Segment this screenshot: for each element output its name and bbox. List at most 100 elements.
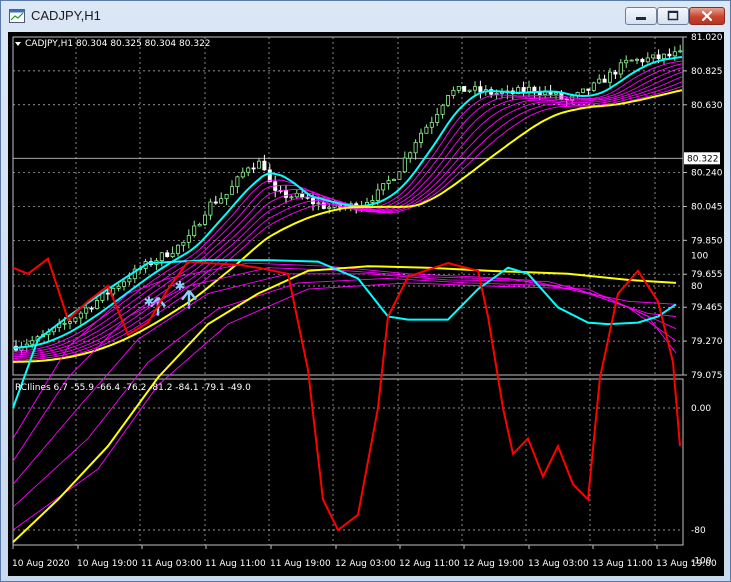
candle-body bbox=[451, 89, 456, 96]
indicator-tick-label: 80 bbox=[691, 282, 703, 292]
candle-body bbox=[219, 198, 224, 204]
candle-body bbox=[197, 224, 202, 227]
candle-body bbox=[467, 89, 472, 92]
candle-body bbox=[667, 53, 672, 57]
price-tick-label: 79.270 bbox=[691, 337, 723, 347]
candle-body bbox=[78, 312, 83, 319]
candle-body bbox=[256, 160, 261, 169]
candle-body bbox=[397, 171, 402, 180]
candle-body bbox=[84, 307, 89, 314]
time-tick-label: 10 Aug 2020 bbox=[12, 559, 70, 569]
candle-body bbox=[602, 78, 607, 83]
minimize-button[interactable] bbox=[625, 7, 657, 25]
rci-ribbon-line bbox=[12, 282, 677, 531]
candle-body bbox=[402, 157, 407, 173]
candle-body bbox=[321, 202, 326, 209]
time-tick-label: 13 Aug 03:00 bbox=[528, 559, 589, 569]
candle-body bbox=[111, 288, 116, 295]
candle-body bbox=[462, 86, 467, 92]
candle-body bbox=[30, 340, 35, 345]
rci-main-line bbox=[12, 256, 681, 532]
time-tick-label: 10 Aug 19:00 bbox=[77, 559, 138, 569]
candle-body bbox=[213, 201, 218, 204]
candle-body bbox=[165, 252, 170, 258]
window-title: CADJPY,H1 bbox=[31, 8, 101, 23]
candle-body bbox=[262, 160, 267, 171]
candle-body bbox=[235, 176, 240, 188]
chart-area[interactable]: 81.020 80.825 80.630 80.240 80.045 79.850 79.6… bbox=[8, 32, 724, 576]
candle-body bbox=[613, 71, 618, 75]
candle-body bbox=[159, 252, 164, 262]
candle-body bbox=[608, 71, 613, 83]
candle-body bbox=[624, 59, 629, 64]
time-tick-label: 11 Aug 11:00 bbox=[205, 559, 266, 569]
candle-body bbox=[116, 285, 121, 289]
price-tick-label: 80.825 bbox=[691, 67, 723, 77]
indicator-info-label: RCIlines 6.7 -55.9 -66.4 -76.2 -81.2 -84… bbox=[15, 383, 251, 393]
candle-body bbox=[521, 87, 526, 93]
ma-ribbon-line bbox=[12, 71, 683, 358]
candle-body bbox=[591, 82, 596, 91]
candle-body bbox=[62, 322, 67, 325]
current-price-label: 80.322 bbox=[687, 154, 719, 164]
ma-ribbon-line bbox=[13, 85, 683, 363]
dropdown-triangle-icon[interactable] bbox=[15, 42, 21, 46]
indicator-frame bbox=[12, 378, 684, 546]
price-tick-label: 81.020 bbox=[691, 33, 723, 43]
price-tick-label: 80.630 bbox=[691, 101, 723, 111]
time-tick-label: 13 Aug 11:00 bbox=[592, 559, 653, 569]
candle-body bbox=[246, 167, 251, 173]
candle-body bbox=[445, 95, 450, 106]
time-tick-label: 11 Aug 03:00 bbox=[141, 559, 202, 569]
candle-body bbox=[229, 186, 234, 195]
candle-body bbox=[127, 278, 132, 283]
candle-body bbox=[435, 113, 440, 123]
candle-body bbox=[581, 88, 586, 93]
candle-body bbox=[656, 54, 661, 59]
candle-body bbox=[327, 206, 332, 209]
candle-body bbox=[618, 62, 623, 75]
candle-body bbox=[527, 86, 532, 93]
chart-info-label: CADJPY,H1 80.304 80.325 80.304 80.322 bbox=[25, 39, 211, 49]
close-icon bbox=[701, 10, 713, 22]
candle-body bbox=[456, 86, 461, 91]
candle-body bbox=[391, 178, 396, 181]
price-tick-label: 79.465 bbox=[691, 303, 723, 313]
candle-body bbox=[672, 51, 677, 57]
candle-body bbox=[662, 53, 667, 59]
candle-body bbox=[494, 93, 499, 95]
terminal-window: CADJPY,H1 81.020 80.825 80.630 80.240 80.045… bbox=[0, 0, 731, 582]
candle-body bbox=[440, 104, 445, 115]
candle-body bbox=[283, 190, 288, 198]
time-tick-label: 11 Aug 19:00 bbox=[270, 559, 331, 569]
candle-body bbox=[537, 92, 542, 96]
candle-body bbox=[429, 122, 434, 128]
candle-body bbox=[192, 225, 197, 236]
ma-ribbon-line bbox=[13, 76, 683, 359]
candle-body bbox=[554, 92, 559, 95]
candle-body bbox=[186, 235, 191, 243]
candle-body bbox=[224, 193, 229, 200]
indicator-tick-label: 0.00 bbox=[691, 404, 711, 414]
candle-body bbox=[170, 252, 175, 258]
candle-body bbox=[289, 196, 294, 199]
time-tick-label: 12 Aug 11:00 bbox=[399, 559, 460, 569]
candle-body bbox=[73, 317, 78, 323]
maximize-button[interactable] bbox=[657, 7, 689, 25]
indicator-tick-label: -80 bbox=[691, 526, 706, 536]
maximize-icon bbox=[667, 10, 679, 21]
candle-body bbox=[122, 281, 127, 287]
time-tick-label: 12 Aug 19:00 bbox=[463, 559, 524, 569]
price-tick-label: 80.240 bbox=[691, 169, 723, 179]
candle-body bbox=[645, 57, 650, 63]
indicator-tick-label: 100 bbox=[691, 252, 708, 262]
time-tick-label: 13 Aug 19:00 bbox=[656, 559, 717, 569]
candle-body bbox=[105, 292, 110, 295]
close-button[interactable] bbox=[689, 7, 725, 25]
chart-window-icon bbox=[9, 9, 25, 23]
title-bar[interactable]: CADJPY,H1 bbox=[1, 1, 730, 31]
price-chart[interactable]: 81.020 80.825 80.630 80.240 80.045 79.850 79.6… bbox=[8, 32, 724, 576]
price-tick-label: 79.655 bbox=[691, 270, 723, 280]
candle-body bbox=[68, 321, 73, 324]
candle-body bbox=[635, 58, 640, 61]
